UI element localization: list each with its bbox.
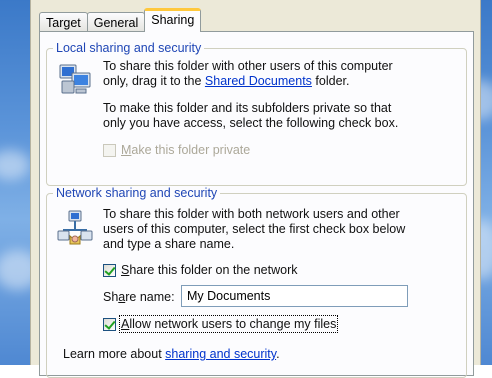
local-desc-line2-start: only, drag it to the [103, 74, 205, 88]
make-private-checkbox[interactable] [103, 143, 116, 157]
local-sharing-title: Local sharing and security [53, 41, 205, 55]
learn-more-prefix: Learn more about [63, 347, 166, 361]
private-desc-line1: To make this folder and its subfolders p… [103, 101, 392, 115]
sharing-tab-page: Local sharing and security To share this… [39, 31, 474, 378]
properties-dialog: Target General Sharing Local sharing and… [30, 0, 481, 378]
allow-change-label: Allow network users to change my files [118, 315, 339, 333]
make-private-label: Make this folder private [121, 143, 251, 157]
local-desc-line2: only, drag it to the Shared Documents fo… [103, 74, 349, 89]
network-sharing-title: Network sharing and security [53, 186, 221, 200]
share-on-network-checkbox[interactable] [103, 263, 116, 277]
tab-target[interactable]: Target [39, 12, 88, 32]
learn-more-suffix: . [276, 347, 280, 361]
tab-strip: Target General Sharing [39, 8, 202, 32]
local-sharing-group: Local sharing and security To share this… [46, 41, 467, 186]
share-name-label: Share name: [103, 290, 175, 304]
share-on-network-row: Share this folder on the network [103, 263, 298, 277]
tab-general[interactable]: General [86, 12, 146, 32]
allow-change-row: Allow network users to change my files [103, 315, 339, 333]
sharing-and-security-link[interactable]: sharing and security [165, 347, 276, 361]
network-share-icon [57, 210, 93, 245]
allow-change-checkbox[interactable] [103, 317, 116, 331]
tab-sharing[interactable]: Sharing [144, 8, 202, 32]
share-on-network-label: Share this folder on the network [121, 263, 298, 277]
local-desc-line2-end: folder. [311, 74, 350, 88]
shared-computers-icon [59, 64, 91, 94]
network-desc-line1: To share this folder with both network u… [103, 207, 400, 221]
cloud [0, 150, 30, 180]
make-private-row: Make this folder private [103, 143, 250, 157]
private-desc-line2: only you have access, select the followi… [103, 116, 399, 130]
shared-documents-link[interactable]: Shared Documents [205, 74, 312, 88]
share-name-input[interactable] [181, 285, 408, 307]
network-desc-line3: and type a share name. [103, 237, 235, 251]
local-desc-line1: To share this folder with other users of… [103, 59, 393, 73]
network-desc-line2: users of this computer, select the first… [103, 222, 406, 236]
learn-more-line: Learn more about sharing and security. [63, 347, 280, 362]
